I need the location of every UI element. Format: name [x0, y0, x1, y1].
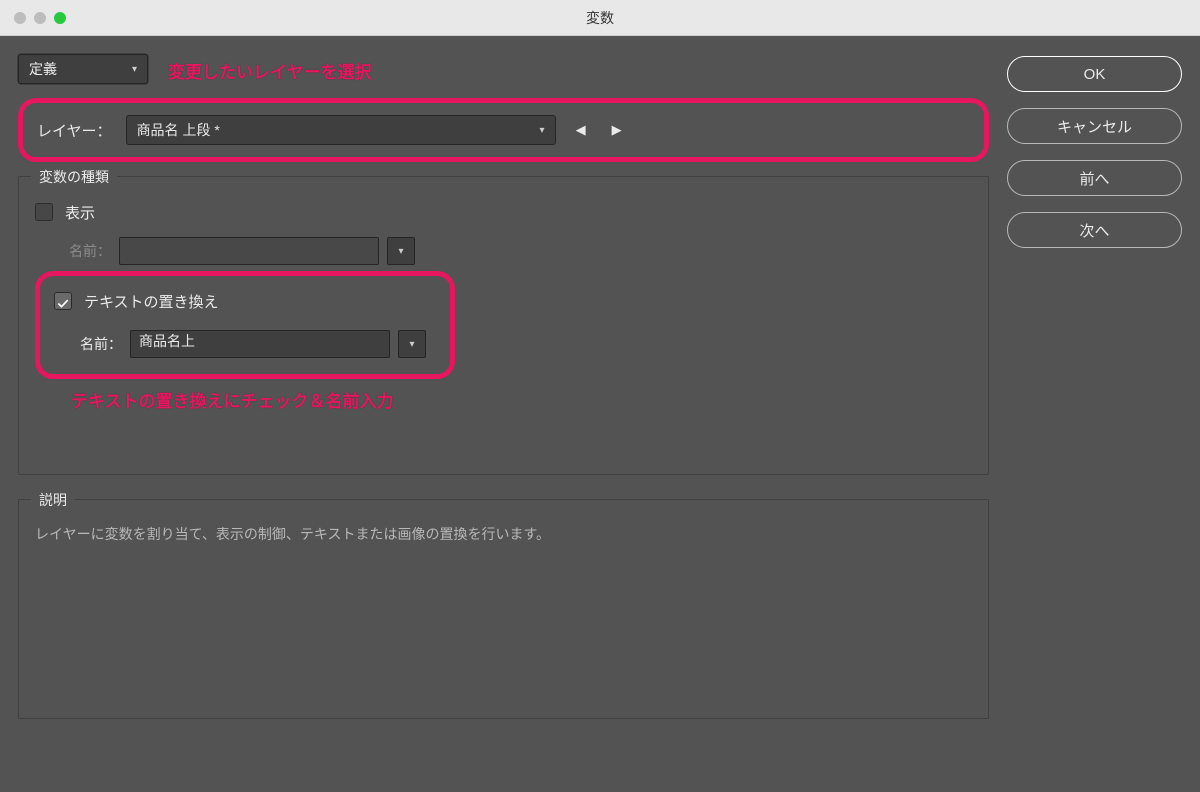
text-replace-highlight: テキストの置き換え 名前： 商品名上 ▾	[35, 271, 455, 379]
next-layer-button[interactable]: ▶	[606, 119, 628, 141]
visibility-row: 表示	[35, 197, 972, 227]
window-controls	[14, 12, 66, 24]
layer-select-value: 商品名 上段 *	[137, 120, 220, 140]
text-replace-checkbox[interactable]	[54, 292, 72, 310]
prev-layer-button[interactable]: ◀	[570, 119, 592, 141]
annotation-text-replace: テキストの置き換えにチェック＆名前入力	[71, 387, 972, 412]
minimize-window-button[interactable]	[34, 12, 46, 24]
close-window-button[interactable]	[14, 12, 26, 24]
annotation-select-layer: 変更したいレイヤーを選択	[168, 58, 372, 83]
maximize-window-button[interactable]	[54, 12, 66, 24]
spacer	[35, 412, 972, 458]
description-fieldset: 説明 レイヤーに変数を割り当て、表示の制御、テキストまたは画像の置換を行います。	[18, 499, 989, 719]
chevron-down-icon: ▾	[132, 64, 137, 75]
variable-type-legend: 変数の種類	[31, 167, 117, 187]
text-replace-name-label: 名前：	[80, 334, 122, 354]
check-icon	[58, 296, 68, 306]
definition-select[interactable]: 定義 ▾	[18, 54, 148, 84]
chevron-down-icon: ▾	[540, 125, 545, 136]
visibility-name-label: 名前：	[69, 241, 111, 261]
text-replace-name-input[interactable]: 商品名上	[130, 330, 390, 358]
top-row: 定義 ▾ 変更したいレイヤーを選択	[18, 54, 989, 84]
layer-row-highlight: レイヤー： 商品名 上段 * ▾ ◀ ▶	[18, 98, 989, 162]
visibility-name-dropdown: ▾	[387, 237, 415, 265]
layer-label: レイヤー：	[37, 120, 112, 141]
description-legend: 説明	[31, 490, 75, 510]
definition-select-label: 定義	[29, 59, 57, 79]
side-buttons: OK キャンセル 前へ 次へ	[1007, 54, 1182, 774]
visibility-name-input	[119, 237, 379, 265]
visibility-label: 表示	[65, 202, 95, 223]
main-panel: 定義 ▾ 変更したいレイヤーを選択 レイヤー： 商品名 上段 * ▾ ◀ ▶ 変…	[18, 54, 989, 774]
cancel-button[interactable]: キャンセル	[1007, 108, 1182, 144]
layer-select[interactable]: 商品名 上段 * ▾	[126, 115, 556, 145]
text-replace-name-dropdown[interactable]: ▾	[398, 330, 426, 358]
text-replace-name-row: 名前： 商品名上 ▾	[80, 330, 436, 358]
variable-type-fieldset: 変数の種類 表示 名前： ▾ テキストの置き換え	[18, 176, 989, 475]
prev-button[interactable]: 前へ	[1007, 160, 1182, 196]
titlebar: 変数	[0, 0, 1200, 36]
next-button[interactable]: 次へ	[1007, 212, 1182, 248]
window-title: 変数	[586, 8, 614, 28]
text-replace-row: テキストの置き換え	[54, 286, 436, 316]
visibility-checkbox[interactable]	[35, 203, 53, 221]
visibility-name-row: 名前： ▾	[69, 237, 972, 265]
description-text: レイヤーに変数を割り当て、表示の制御、テキストまたは画像の置換を行います。	[35, 522, 972, 547]
text-replace-label: テキストの置き換え	[84, 291, 219, 312]
ok-button[interactable]: OK	[1007, 56, 1182, 92]
dialog-content: 定義 ▾ 変更したいレイヤーを選択 レイヤー： 商品名 上段 * ▾ ◀ ▶ 変…	[0, 36, 1200, 792]
